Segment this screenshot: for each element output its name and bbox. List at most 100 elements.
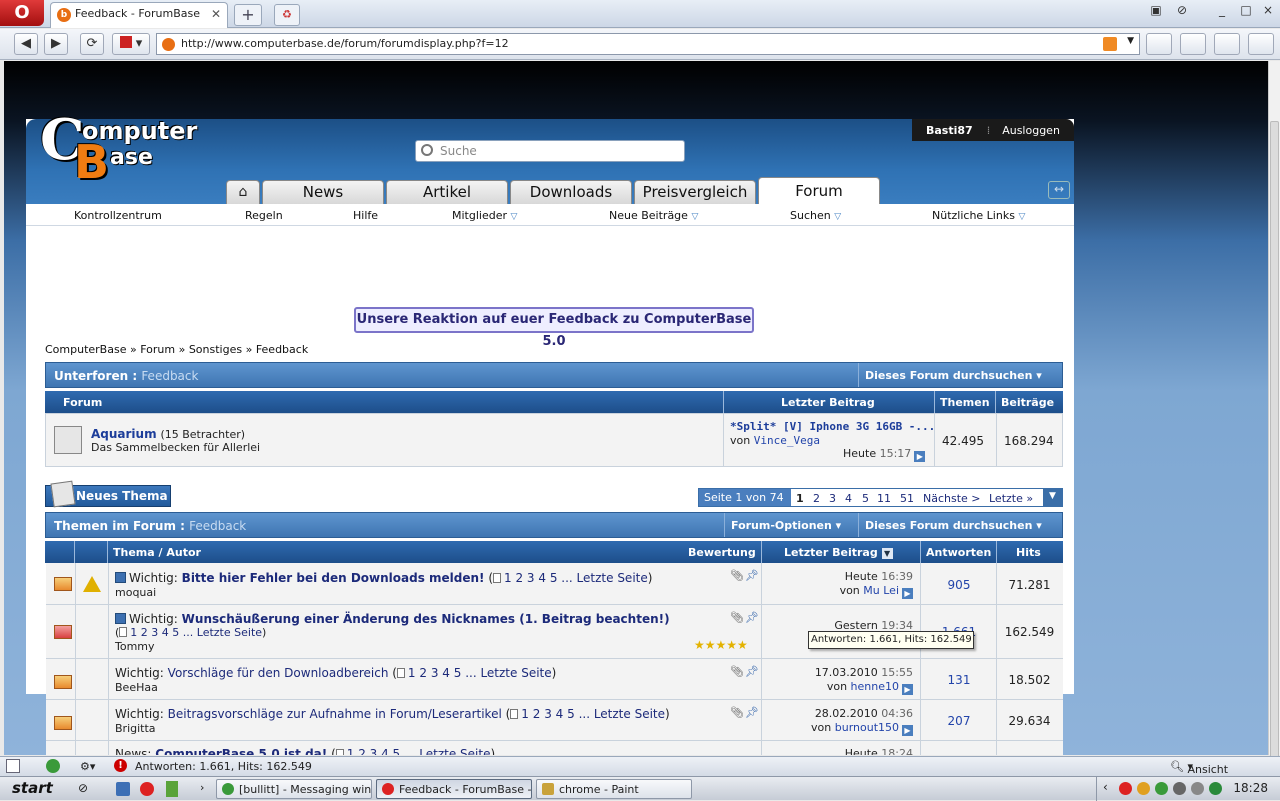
computerbase-logo[interactable]: C omputer B ase [40, 107, 197, 193]
page-link[interactable]: 3 [829, 492, 836, 505]
window-minimize-button[interactable]: _ [1212, 3, 1232, 21]
table-row[interactable]: Wichtig: Bitte hier Fehler bei den Downl… [46, 563, 1063, 605]
page-link[interactable]: 4 [845, 492, 852, 505]
new-thread-button[interactable]: Neues Thema [45, 480, 171, 508]
column-rating[interactable]: Bewertung [688, 546, 756, 559]
replies-count-link[interactable]: 905 [921, 578, 997, 592]
logout-link[interactable]: Ausloggen [1002, 124, 1060, 137]
thread-title-link[interactable]: ComputerBase 5.0 ist da! [155, 747, 327, 755]
browser-tab-active[interactable]: b Feedback - ForumBase ✕ [50, 2, 228, 28]
thread-title-link[interactable]: Vorschläge für den Downloadbereich [168, 666, 389, 680]
column-hits[interactable]: Hits [1016, 546, 1041, 559]
thread-title-link[interactable]: Bitte hier Fehler bei den Downloads meld… [182, 571, 485, 585]
last-post-author-link[interactable]: burnout150 [835, 721, 899, 734]
subnav-suchen[interactable]: Suchen ▽ [790, 209, 841, 222]
subnav-mitglieder[interactable]: Mitglieder ▽ [452, 209, 517, 222]
expand-width-icon[interactable]: ↔ [1048, 181, 1070, 199]
thread-author[interactable]: moquai [115, 586, 156, 599]
page-link[interactable]: 51 [900, 492, 914, 505]
tab-artikel[interactable]: Artikel [386, 180, 508, 204]
last-page-link[interactable]: Letzte » [989, 492, 1033, 505]
subnav-hilfe[interactable]: Hilfe [353, 209, 378, 222]
tray-icon[interactable] [1137, 782, 1150, 795]
taskbar-item-messaging[interactable]: [bullitt] - Messaging win... [216, 779, 372, 799]
window-restore-small-icon[interactable]: ▣ [1146, 3, 1166, 21]
last-post-title-link[interactable]: *Split* [V] Iphone 3G 16GB -... [730, 420, 935, 433]
last-post-author-link[interactable]: Mu Lei [863, 584, 899, 597]
replies-count-link[interactable]: 207 [921, 714, 997, 728]
ie-quicklaunch-icon[interactable] [116, 782, 130, 796]
go-to-last-post-icon[interactable]: ▶ [902, 588, 913, 599]
go-to-last-post-icon[interactable]: ▶ [902, 684, 913, 695]
new-tab-button[interactable]: + [234, 4, 262, 26]
thread-author[interactable]: Brigitta [115, 722, 156, 735]
username-link[interactable]: Basti87 [926, 124, 973, 137]
reload-button[interactable]: ⟳ [80, 33, 104, 55]
subforum-link[interactable]: Aquarium [91, 427, 157, 441]
taskbar-item-opera[interactable]: Feedback - ForumBase -... [376, 779, 532, 799]
page-link[interactable]: 11 [877, 492, 891, 505]
table-row[interactable]: Wichtig: Vorschläge für den Downloadbere… [46, 659, 1063, 700]
notes-icon[interactable] [1146, 33, 1172, 55]
next-page-link[interactable]: Nächste > [923, 492, 981, 505]
thread-title-link[interactable]: Beitragsvorschläge zur Aufnahme in Forum… [168, 707, 502, 721]
url-field[interactable]: http://www.computerbase.de/forum/forumdi… [156, 33, 1140, 55]
closed-tabs-trash-icon[interactable]: ♻ [274, 4, 300, 26]
scrollbar-thumb[interactable] [1270, 121, 1279, 761]
speed-dial-button[interactable]: ▾ [112, 33, 150, 55]
quicklaunch-expand-icon[interactable]: › [200, 781, 204, 794]
last-post-author-link[interactable]: Vince_Vega [754, 434, 820, 447]
page-link[interactable]: 1 [796, 492, 804, 505]
back-button[interactable]: ◀ [14, 33, 38, 55]
vertical-scrollbar[interactable] [1268, 61, 1280, 761]
breadcrumb-item[interactable]: Feedback [256, 343, 308, 356]
replies-count-link[interactable]: 131 [921, 673, 997, 687]
forward-button[interactable]: ▶ [44, 33, 68, 55]
checkbox-icon[interactable] [115, 572, 126, 583]
thread-author[interactable]: BeeHaa [115, 681, 158, 694]
panel-toggle-icon[interactable] [6, 759, 20, 773]
column-replies[interactable]: Antworten [926, 546, 991, 559]
tray-expand-icon[interactable]: ‹ [1103, 780, 1116, 794]
search-this-forum-button[interactable]: Dieses Forum durchsuchen ▾ [858, 363, 1062, 387]
checkbox-icon[interactable] [115, 613, 126, 624]
unite-icon[interactable]: ⚙▾ [80, 760, 95, 773]
url-dropdown-icon[interactable]: ▼ [1127, 36, 1134, 46]
turbo-icon[interactable] [46, 759, 60, 773]
panel-toggle-icon[interactable] [1248, 33, 1274, 55]
tab-forum[interactable]: Forum [758, 177, 880, 204]
tab-close-icon[interactable]: ✕ [211, 7, 221, 21]
page-jump-dropdown-icon[interactable]: ▼ [1043, 489, 1062, 506]
subnav-nuetzliche-links[interactable]: Nützliche Links ▽ [932, 209, 1025, 222]
taskbar-item-paint[interactable]: chrome - Paint [536, 779, 692, 799]
thread-author[interactable]: Tommy [115, 640, 155, 653]
breadcrumb-item[interactable]: Forum [140, 343, 175, 356]
page-link[interactable]: 5 [862, 492, 869, 505]
quicklaunch-icon[interactable]: ⊘ [78, 781, 88, 795]
column-last-post[interactable]: Letzter Beitrag ▼ [784, 546, 893, 559]
search-this-forum-button[interactable]: Dieses Forum durchsuchen ▾ [858, 513, 1062, 537]
table-row[interactable]: Wichtig: Beitragsvorschläge zur Aufnahme… [46, 700, 1063, 741]
opera-tray-icon[interactable] [1119, 782, 1132, 795]
page-link[interactable]: 2 [813, 492, 820, 505]
go-to-last-post-icon[interactable]: ▶ [902, 725, 913, 736]
sync-icon[interactable] [1180, 33, 1206, 55]
window-close-button[interactable]: × [1258, 3, 1278, 21]
volume-icon[interactable] [1191, 782, 1204, 795]
tray-icon[interactable] [1155, 782, 1168, 795]
window-settings-icon[interactable]: ⊘ [1172, 3, 1192, 21]
breadcrumb-item[interactable]: ComputerBase [45, 343, 126, 356]
security-icon[interactable] [1209, 782, 1222, 795]
thread-title-link[interactable]: Wunschäußerung einer Änderung des Nickna… [182, 612, 670, 626]
site-search-input[interactable]: Suche [415, 140, 685, 162]
app-quicklaunch-icon[interactable] [166, 781, 178, 797]
tab-downloads[interactable]: Downloads [510, 180, 632, 204]
subnav-kontrollzentrum[interactable]: Kontrollzentrum [74, 209, 162, 222]
tab-news[interactable]: News [262, 180, 384, 204]
rss-feed-icon[interactable] [1103, 37, 1117, 51]
announcement-link[interactable]: Unsere Reaktion auf euer Feedback zu Com… [354, 307, 754, 349]
opera-menu-button[interactable]: O [0, 0, 44, 26]
go-to-last-post-icon[interactable]: ▶ [914, 451, 926, 462]
forum-options-button[interactable]: Forum-Optionen ▾ [724, 513, 858, 537]
breadcrumb-item[interactable]: Sonstiges [189, 343, 242, 356]
